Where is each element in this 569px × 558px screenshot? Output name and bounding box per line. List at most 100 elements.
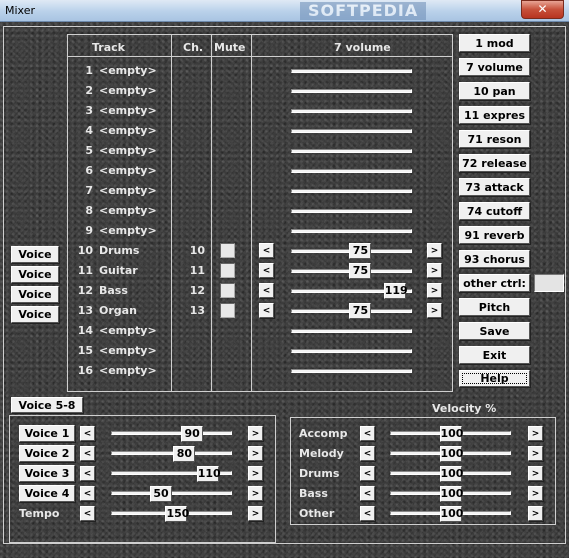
ctrl-reverb-button[interactable]: 91 reverb	[459, 226, 530, 244]
track-name[interactable]: <empty>	[99, 164, 157, 177]
volume-slider[interactable]	[291, 329, 412, 333]
velocity-melody-slider-thumb[interactable]: 100	[439, 446, 463, 462]
ctrl-mod-button[interactable]: 1 mod	[459, 34, 530, 52]
volume-slider[interactable]	[291, 349, 412, 353]
volume-slider[interactable]	[291, 129, 412, 133]
voice58-voice-3-increase-button[interactable]: >	[248, 466, 263, 481]
track-name[interactable]: <empty>	[99, 204, 157, 217]
velocity-accomp-increase-button[interactable]: >	[528, 426, 543, 441]
volume-slider[interactable]	[291, 209, 412, 213]
track-name[interactable]: <empty>	[99, 124, 157, 137]
voice58-voice-3-slider-thumb[interactable]: 110	[196, 466, 221, 482]
volume-slider-thumb[interactable]: 75	[349, 243, 372, 259]
ctrl-chorus-button[interactable]: 93 chorus	[459, 250, 530, 268]
voice58-voice-2-slider-thumb[interactable]: 80	[173, 446, 196, 462]
tempo-slider-thumb[interactable]: 150	[165, 506, 189, 522]
velocity-melody-increase-button[interactable]: >	[528, 446, 543, 461]
track-name[interactable]: Organ	[99, 304, 137, 317]
voice58-voice-1-slider-thumb[interactable]: 90	[181, 426, 204, 442]
mute-checkbox[interactable]	[220, 303, 235, 318]
voice58-voice-1-increase-button[interactable]: >	[248, 426, 263, 441]
velocity-bass-increase-button[interactable]: >	[528, 486, 543, 501]
volume-decrease-button[interactable]: <	[259, 243, 274, 258]
voice58-voice-3-button[interactable]: Voice 3	[19, 465, 75, 482]
tempo-increase-button[interactable]: >	[248, 506, 263, 521]
exit-button[interactable]: Exit	[459, 346, 530, 364]
save-button[interactable]: Save	[459, 322, 530, 340]
help-button[interactable]: Help	[459, 370, 530, 387]
volume-decrease-button[interactable]: <	[259, 283, 274, 298]
velocity-bass-slider-thumb[interactable]: 100	[439, 486, 463, 502]
volume-slider[interactable]	[291, 149, 412, 153]
track-name[interactable]: Bass	[99, 284, 128, 297]
voice58-voice-1-slider[interactable]	[111, 431, 232, 435]
mute-checkbox[interactable]	[220, 243, 235, 258]
volume-slider[interactable]	[291, 109, 412, 113]
voice-button-4[interactable]: Voice	[11, 306, 59, 323]
ctrl-resonance-button[interactable]: 71 reson	[459, 130, 530, 148]
ctrl-cutoff-button[interactable]: 74 cutoff	[459, 202, 530, 220]
volume-slider[interactable]	[291, 169, 412, 173]
volume-slider[interactable]	[291, 189, 412, 193]
voice-button-2[interactable]: Voice	[11, 266, 59, 283]
ctrl-expression-button[interactable]: 11 expres	[459, 106, 530, 124]
voice58-voice-3-decrease-button[interactable]: <	[80, 466, 95, 481]
other-ctrl-button[interactable]: other ctrl:	[459, 274, 530, 292]
velocity-bass-decrease-button[interactable]: <	[360, 486, 375, 501]
mute-checkbox[interactable]	[220, 263, 235, 278]
velocity-melody-decrease-button[interactable]: <	[360, 446, 375, 461]
ctrl-attack-button[interactable]: 73 attack	[459, 178, 530, 196]
voice-button-1[interactable]: Voice	[11, 246, 59, 263]
volume-slider[interactable]	[291, 69, 412, 73]
velocity-other-increase-button[interactable]: >	[528, 506, 543, 521]
velocity-other-decrease-button[interactable]: <	[360, 506, 375, 521]
voice58-voice-2-slider[interactable]	[111, 451, 232, 455]
velocity-accomp-decrease-button[interactable]: <	[360, 426, 375, 441]
pitch-button[interactable]: Pitch	[459, 298, 530, 316]
volume-increase-button[interactable]: >	[427, 263, 442, 278]
track-name[interactable]: <empty>	[99, 224, 157, 237]
track-name[interactable]: <empty>	[99, 64, 157, 77]
volume-slider-thumb[interactable]: 119	[383, 283, 408, 299]
volume-slider[interactable]	[291, 369, 412, 373]
volume-slider[interactable]	[291, 229, 412, 233]
close-button[interactable]: ✕	[521, 0, 564, 19]
voice-button-3[interactable]: Voice	[11, 286, 59, 303]
voice58-voice-4-slider-thumb[interactable]: 50	[149, 486, 172, 502]
track-name[interactable]: <empty>	[99, 344, 157, 357]
volume-decrease-button[interactable]: <	[259, 303, 274, 318]
velocity-other-slider-thumb[interactable]: 100	[439, 506, 463, 522]
voice58-voice-4-button[interactable]: Voice 4	[19, 485, 75, 502]
track-name[interactable]: <empty>	[99, 144, 157, 157]
voice58-voice-1-decrease-button[interactable]: <	[80, 426, 95, 441]
volume-increase-button[interactable]: >	[427, 283, 442, 298]
velocity-drums-decrease-button[interactable]: <	[360, 466, 375, 481]
ctrl-pan-button[interactable]: 10 pan	[459, 82, 530, 100]
voice58-voice-4-increase-button[interactable]: >	[248, 486, 263, 501]
voice58-voice-2-decrease-button[interactable]: <	[80, 446, 95, 461]
velocity-drums-increase-button[interactable]: >	[528, 466, 543, 481]
voice58-voice-2-button[interactable]: Voice 2	[19, 445, 75, 462]
track-name[interactable]: <empty>	[99, 364, 157, 377]
ctrl-volume-button[interactable]: 7 volume	[459, 58, 530, 76]
volume-increase-button[interactable]: >	[427, 303, 442, 318]
volume-slider-thumb[interactable]: 75	[349, 303, 372, 319]
track-name[interactable]: Drums	[99, 244, 139, 257]
velocity-drums-slider-thumb[interactable]: 100	[439, 466, 463, 482]
velocity-accomp-slider-thumb[interactable]: 100	[439, 426, 463, 442]
voice58-voice-1-button[interactable]: Voice 1	[19, 425, 75, 442]
voice58-tab[interactable]: Voice 5-8	[11, 397, 83, 413]
voice58-voice-4-decrease-button[interactable]: <	[80, 486, 95, 501]
volume-increase-button[interactable]: >	[427, 243, 442, 258]
tempo-decrease-button[interactable]: <	[80, 506, 95, 521]
ctrl-release-button[interactable]: 72 release	[459, 154, 530, 172]
track-name[interactable]: <empty>	[99, 104, 157, 117]
track-name[interactable]: Guitar	[99, 264, 138, 277]
volume-decrease-button[interactable]: <	[259, 263, 274, 278]
mute-checkbox[interactable]	[220, 283, 235, 298]
voice58-voice-2-increase-button[interactable]: >	[248, 446, 263, 461]
volume-slider-thumb[interactable]: 75	[349, 263, 372, 279]
track-name[interactable]: <empty>	[99, 184, 157, 197]
other-ctrl-field[interactable]	[534, 274, 564, 292]
volume-slider[interactable]	[291, 89, 412, 93]
